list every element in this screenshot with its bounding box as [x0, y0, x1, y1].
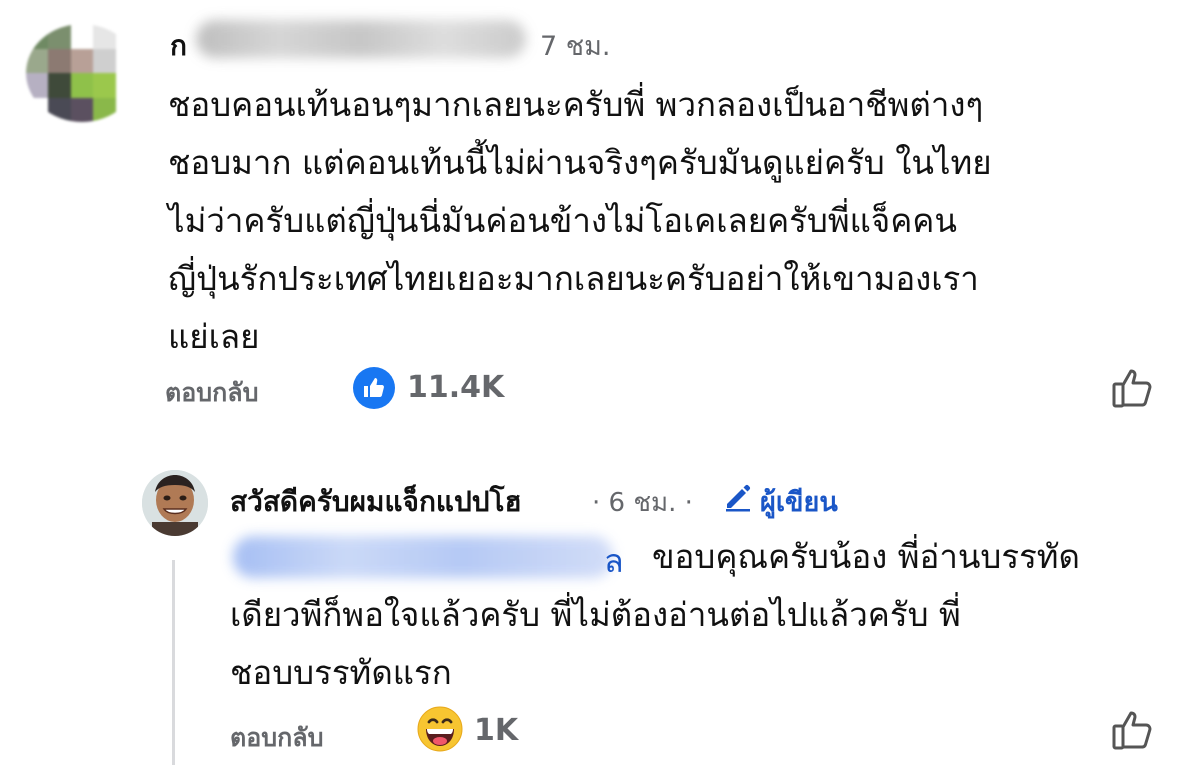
comment-line: ชอบมาก แต่คอนเท้นนี้ไม่ผ่านจริงๆครับมันด…: [168, 143, 992, 182]
commenter-avatar-pixelated[interactable]: [26, 24, 138, 122]
author-name[interactable]: สวัสดีครับผมแจ็กแปปโฮ: [230, 480, 522, 524]
reply-line: ชอบบรรทัดแรก: [230, 653, 452, 692]
comment-text: ชอบคอนเท้นอนๆมากเลยนะครับพี่ พวกลองเป็นอ…: [168, 76, 1158, 366]
reply-button[interactable]: ตอบกลับ: [230, 718, 323, 758]
comment-line: แย่เลย: [168, 317, 260, 356]
comment-line: ไม่ว่าครับแต่ญี่ปุ่นนี่มันค่อนข้างไม่โอเ…: [168, 201, 957, 240]
reply-thread-line: [172, 560, 175, 765]
reply-text: ขอบคุณครับน้อง พี่อ่านบรรทัด เดียวพีก็พอ…: [230, 528, 1160, 702]
pencil-icon: [722, 481, 754, 513]
reply-timestamp[interactable]: · 6 ชม. ·: [592, 482, 693, 523]
like-icon[interactable]: [1110, 707, 1156, 753]
comment-timestamp[interactable]: 7 ชม.: [540, 24, 610, 67]
reaction-count[interactable]: 11.4K: [407, 370, 504, 405]
comment-line: ญี่ปุ่นรักประเทศไทยเยอะมากเลยนะครับอย่าใ…: [168, 259, 979, 298]
reply-line: ขอบคุณครับน้อง พี่อ่านบรรทัด: [652, 537, 1080, 576]
commenter-name-redacted: [196, 20, 526, 58]
grinning-emoji-icon[interactable]: [416, 705, 464, 753]
reply-button[interactable]: ตอบกลับ: [165, 373, 258, 413]
reply-line: เดียวพีก็พอใจแล้วครับ พี่ไม่ต้องอ่านต่อไ…: [230, 595, 961, 634]
like-icon[interactable]: [1110, 365, 1156, 411]
reaction-count[interactable]: 1K: [474, 713, 518, 748]
author-avatar[interactable]: [142, 470, 208, 536]
thumbs-up-badge-icon[interactable]: [353, 367, 395, 409]
author-badge: ผู้เขียน: [760, 487, 838, 518]
comment-line: ชอบคอนเท้นอนๆมากเลยนะครับพี่ พวกลองเป็นอ…: [168, 85, 984, 124]
commenter-name[interactable]: ก: [170, 24, 200, 68]
